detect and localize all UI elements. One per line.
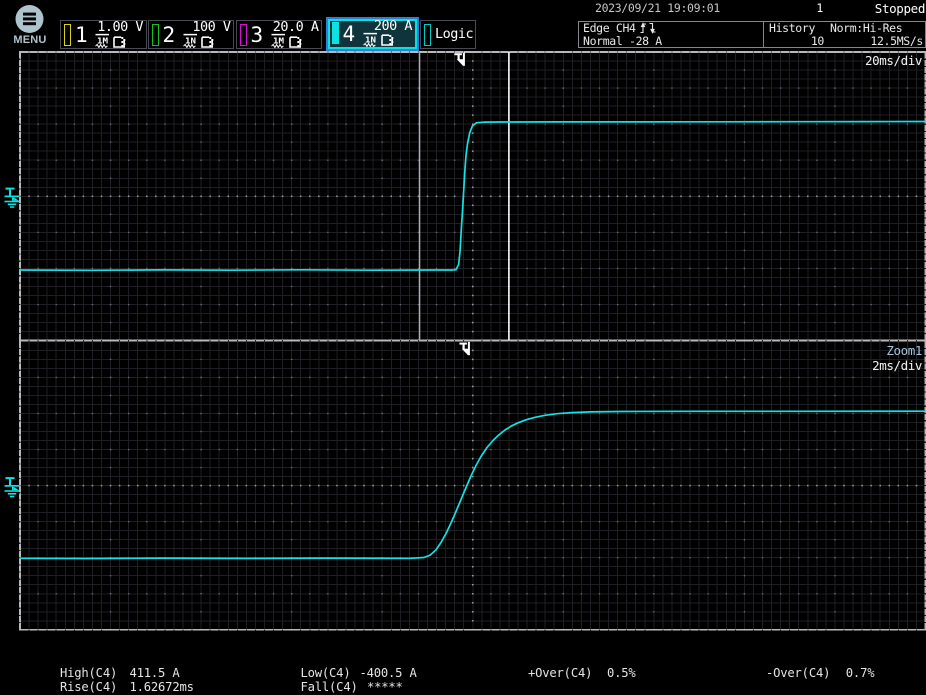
history-label: History <box>769 22 815 35</box>
channel-box-1[interactable]: 1 1.00 V 1M <box>60 20 147 49</box>
hamburger-menu-icon <box>8 2 54 35</box>
svg-text:1M: 1M <box>97 36 108 46</box>
trigger-position-marker-main[interactable] <box>454 53 465 66</box>
meas-fall-label: Fall(C4) <box>301 681 358 694</box>
meas-low-value: -400.5 A <box>360 667 417 680</box>
oscilloscope-screen: MENU 1 1.00 V 1M 2 100 V 1N 3 20.0 A 1M … <box>0 0 926 695</box>
logic-button[interactable]: Logic <box>420 20 476 49</box>
channel-box-2[interactable]: 2 100 V 1N <box>148 20 235 49</box>
trigger-type-source: Edge CH4 <box>583 21 636 35</box>
channel-1-coupling-icon: 1M <box>95 33 112 48</box>
channel-4-number: 4 <box>343 23 356 46</box>
sample-rate: 12.5MS/s <box>830 35 923 48</box>
channel-1-scale: 1.00 V <box>97 20 143 34</box>
meas-high-value: 411.5 A <box>130 667 180 680</box>
channel-1-color-bar <box>64 24 71 46</box>
zoom-window-name: Zoom1 <box>886 343 922 358</box>
ch4-level-marker-main[interactable] <box>5 188 20 208</box>
channel-2-number: 2 <box>163 24 176 47</box>
menu-button-label[interactable]: MENU <box>7 34 53 46</box>
meas-nover-label: -Over(C4) <box>766 667 830 680</box>
trigger-position-marker-zoom[interactable] <box>459 342 470 355</box>
run-status: Stopped <box>875 2 925 15</box>
history-value: 10 <box>769 35 824 48</box>
svg-text:1M: 1M <box>273 36 284 46</box>
channel-4-color-bar <box>332 22 339 44</box>
svg-text:1N: 1N <box>365 34 376 44</box>
meas-pover-value: 0.5% <box>607 667 636 680</box>
acquisition-count: 1 <box>809 2 823 15</box>
channel-2-probe-icon <box>201 35 215 49</box>
channel-1-probe-icon <box>113 35 127 49</box>
channel-box-3[interactable]: 3 20.0 A 1M <box>236 20 323 49</box>
waveform-display <box>0 0 926 695</box>
trigger-mode-level: Normal -28 A <box>583 35 662 48</box>
channel-3-scale: 20.0 A <box>273 20 319 34</box>
channel-1-number: 1 <box>75 24 88 47</box>
meas-low-label: Low(C4) <box>301 667 351 680</box>
channel-3-number: 3 <box>251 24 264 47</box>
meas-pover-label: +Over(C4) <box>528 667 592 680</box>
meas-high-label: High(C4) <box>60 667 117 680</box>
meas-nover-value: 0.7% <box>846 667 875 680</box>
meas-rise-label: Rise(C4) <box>60 681 117 694</box>
datetime: 2023/09/21 19:09:01 <box>595 2 720 15</box>
channel-2-scale: 100 V <box>192 20 230 34</box>
ch4-level-marker-zoom[interactable] <box>5 477 20 497</box>
main-timebase-label: 20ms/div <box>865 53 922 68</box>
logic-label: Logic <box>435 26 473 42</box>
zoom-timebase-label: 2ms/div <box>872 358 922 373</box>
channel-box-4[interactable]: 4 200 A 1N <box>328 19 417 49</box>
logic-color-bar <box>424 24 431 46</box>
channel-3-probe-icon <box>289 35 303 49</box>
channel-4-scale: 200 A <box>374 19 412 33</box>
svg-text:1N: 1N <box>185 36 196 46</box>
channel-2-color-bar <box>152 24 159 46</box>
trigger-info-box[interactable]: Edge CH4 Normal -28 A History Norm:Hi-Re… <box>578 21 926 49</box>
channel-4-probe-icon <box>381 33 395 47</box>
meas-fall-value: ***** <box>367 681 403 694</box>
trigger-box-divider <box>763 22 764 48</box>
channel-2-coupling-icon: 1N <box>183 33 200 48</box>
meas-rise-value: 1.62672ms <box>130 681 194 694</box>
channel-3-coupling-icon: 1M <box>271 33 288 48</box>
channel-4-coupling-icon: 1N <box>363 32 380 47</box>
channel-3-color-bar <box>240 24 247 46</box>
